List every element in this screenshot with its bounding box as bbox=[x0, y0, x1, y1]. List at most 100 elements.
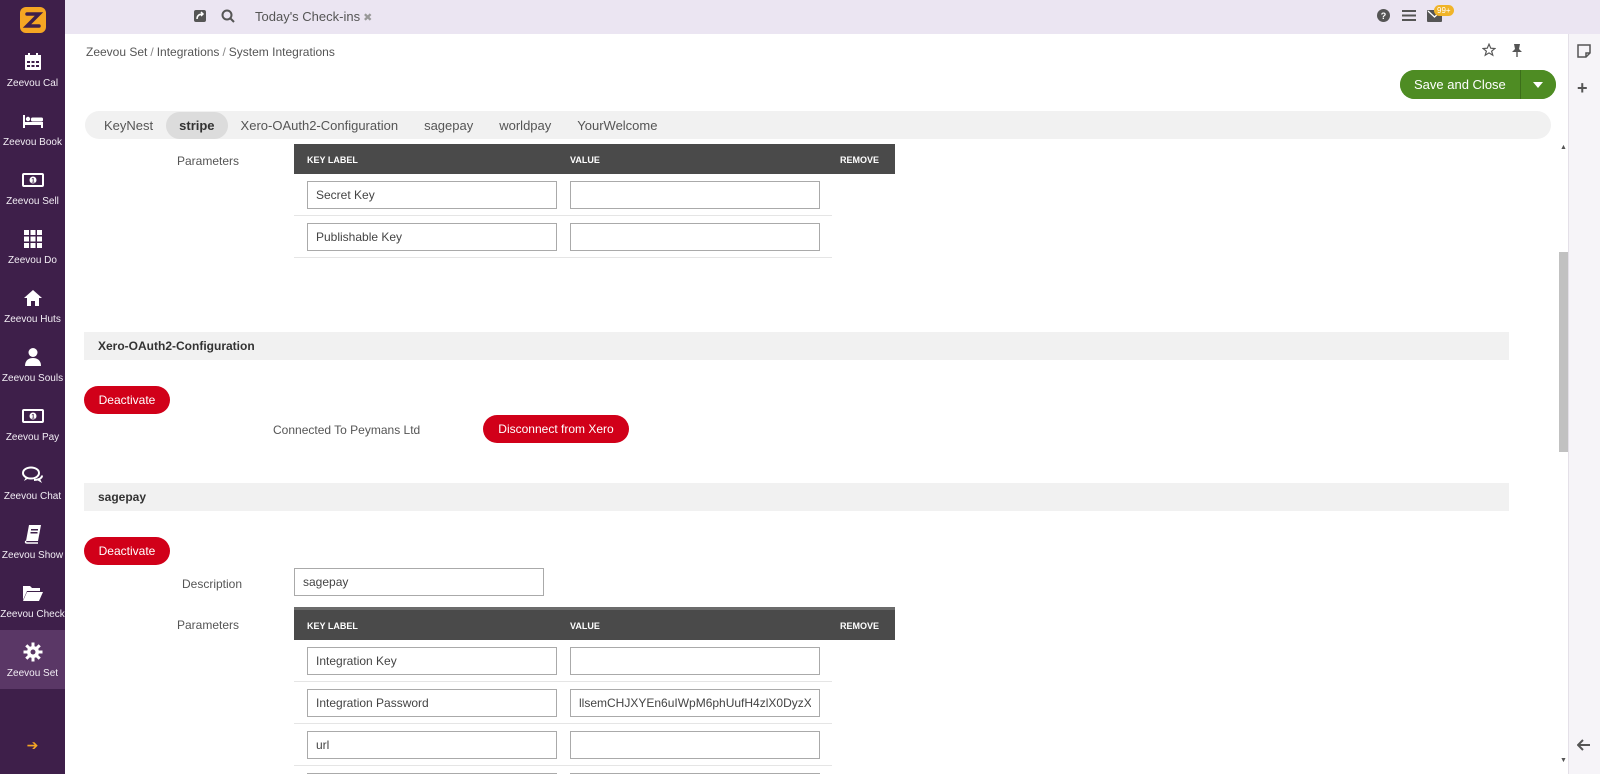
sidebar-item-zeevou-sell[interactable]: 1 Zeevou Sell bbox=[0, 158, 65, 217]
home-icon bbox=[23, 287, 43, 309]
key-label-header: KEY LABEL bbox=[307, 155, 358, 165]
xero-deactivate-button[interactable]: Deactivate bbox=[84, 386, 170, 414]
remove-header: REMOVE bbox=[840, 155, 880, 165]
gear-icon bbox=[23, 641, 43, 663]
sidebar-item-label: Zeevou Show bbox=[1, 549, 64, 561]
breadcrumb: Zeevou Set / Integrations / System Integrati… bbox=[86, 45, 335, 59]
expand-sidebar-icon[interactable]: ➔ bbox=[0, 737, 65, 754]
collapse-rail-icon[interactable] bbox=[1576, 738, 1591, 754]
tab-yourwelcome[interactable]: YourWelcome bbox=[564, 112, 670, 139]
sagepay-description-input[interactable] bbox=[294, 568, 544, 596]
star-icon[interactable] bbox=[1481, 42, 1497, 60]
share-icon[interactable] bbox=[193, 9, 207, 26]
key-label-input[interactable] bbox=[307, 223, 557, 251]
sidebar-item-zeevou-pay[interactable]: 1 Zeevou Pay bbox=[0, 394, 65, 453]
sidebar-item-zeevou-book[interactable]: Zeevou Book bbox=[0, 99, 65, 158]
money-icon: 1 bbox=[21, 169, 44, 191]
app-sidebar: Zeevou Cal Zeevou Book 1 Zeevou Sell Zeevou … bbox=[0, 0, 65, 774]
value-input[interactable] bbox=[570, 181, 820, 209]
menu-icon[interactable] bbox=[1402, 9, 1416, 25]
help-icon[interactable]: ? bbox=[1377, 9, 1390, 25]
main-content: Zeevou Set / Integrations / System Integrati… bbox=[65, 34, 1568, 774]
svg-text:?: ? bbox=[1381, 11, 1387, 21]
sidebar-item-label: Zeevou Do bbox=[8, 254, 57, 266]
sagepay-section-header: sagepay bbox=[84, 483, 1509, 511]
value-header: VALUE bbox=[570, 621, 600, 631]
user-icon bbox=[24, 346, 42, 368]
zeevou-logo[interactable] bbox=[0, 0, 65, 40]
money-icon: 1 bbox=[21, 405, 44, 427]
tab-keynest[interactable]: KeyNest bbox=[91, 112, 166, 139]
sagepay-deactivate-button[interactable]: Deactivate bbox=[84, 537, 170, 565]
table-row bbox=[294, 174, 832, 216]
table-row bbox=[294, 766, 832, 774]
scroll-thumb[interactable] bbox=[1559, 252, 1568, 452]
disconnect-xero-button[interactable]: Disconnect from Xero bbox=[483, 415, 629, 443]
integration-tabs: KeyNest stripe Xero-OAuth2-Configuration sa… bbox=[85, 111, 1551, 139]
key-label-header: KEY LABEL bbox=[307, 621, 358, 631]
right-rail: + bbox=[1568, 34, 1600, 774]
tab-stripe[interactable]: stripe bbox=[166, 111, 228, 139]
sidebar-item-label: Zeevou Souls bbox=[1, 372, 64, 384]
sidebar-item-zeevou-souls[interactable]: Zeevou Souls bbox=[0, 335, 65, 394]
table-row bbox=[294, 216, 832, 258]
key-label-input[interactable] bbox=[307, 647, 557, 675]
value-input[interactable] bbox=[570, 647, 820, 675]
key-label-input[interactable] bbox=[307, 731, 557, 759]
scroll-down-icon[interactable]: ▼ bbox=[1560, 757, 1567, 764]
chat-icon bbox=[21, 464, 44, 486]
breadcrumb-item[interactable]: Zeevou Set bbox=[86, 45, 147, 59]
value-input[interactable] bbox=[570, 689, 820, 717]
table-row bbox=[294, 682, 832, 724]
table-header: KEY LABEL VALUE REMOVE bbox=[294, 144, 895, 174]
sidebar-item-label: Zeevou Set bbox=[6, 667, 59, 679]
pin-icon[interactable] bbox=[1511, 43, 1523, 60]
sagepay-description-label: Description bbox=[182, 577, 243, 591]
chevron-down-icon bbox=[1533, 81, 1544, 88]
tab-worldpay[interactable]: worldpay bbox=[486, 112, 564, 139]
folder-icon bbox=[22, 582, 44, 604]
sidebar-item-zeevou-check[interactable]: Zeevou Check bbox=[0, 571, 65, 630]
key-label-input[interactable] bbox=[307, 181, 557, 209]
save-and-close-button[interactable]: Save and Close bbox=[1400, 70, 1520, 99]
scroll-up-icon[interactable]: ▲ bbox=[1560, 144, 1567, 151]
sidebar-item-zeevou-cal[interactable]: Zeevou Cal bbox=[0, 40, 65, 99]
open-tab[interactable]: Today's Check-ins ✖ bbox=[255, 9, 372, 24]
xero-connection-status: Connected To Peymans Ltd bbox=[273, 423, 421, 437]
calendar-icon bbox=[23, 51, 43, 73]
tab-xero-oauth2-configuration[interactable]: Xero-OAuth2-Configuration bbox=[228, 112, 412, 139]
table-row bbox=[294, 640, 832, 682]
value-input[interactable] bbox=[570, 731, 820, 759]
sagepay-parameters-label: Parameters bbox=[177, 618, 240, 632]
breadcrumb-item[interactable]: Integrations bbox=[157, 45, 220, 59]
sidebar-item-label: Zeevou Book bbox=[3, 136, 62, 148]
sidebar-item-label: Zeevou Chat bbox=[3, 490, 62, 502]
sidebar-item-zeevou-set[interactable]: Zeevou Set bbox=[0, 630, 65, 689]
value-header: VALUE bbox=[570, 155, 600, 165]
top-bar: Today's Check-ins ✖ ? 99+ bbox=[65, 0, 1600, 34]
key-label-input[interactable] bbox=[307, 689, 557, 717]
value-input[interactable] bbox=[570, 223, 820, 251]
sidebar-item-zeevou-chat[interactable]: Zeevou Chat bbox=[0, 453, 65, 512]
sidebar-item-label: Zeevou Sell bbox=[6, 195, 59, 207]
grid-icon bbox=[23, 228, 43, 250]
table-row bbox=[294, 724, 832, 766]
add-icon[interactable]: + bbox=[1577, 78, 1588, 99]
bed-icon bbox=[22, 110, 44, 132]
stripe-parameters-label: Parameters bbox=[177, 154, 240, 168]
sidebar-item-label: Zeevou Cal bbox=[6, 77, 59, 89]
open-tab-label: Today's Check-ins bbox=[255, 9, 361, 24]
save-options-dropdown[interactable] bbox=[1519, 70, 1556, 99]
sidebar-item-zeevou-huts[interactable]: Zeevou Huts bbox=[0, 276, 65, 335]
save-button-group: Save and Close bbox=[1400, 70, 1556, 99]
sidebar-item-zeevou-show[interactable]: Zeevou Show bbox=[0, 512, 65, 571]
tab-sagepay[interactable]: sagepay bbox=[411, 112, 486, 139]
remove-header: REMOVE bbox=[840, 621, 880, 631]
notes-icon[interactable] bbox=[1577, 44, 1591, 61]
xero-section-header: Xero-OAuth2-Configuration bbox=[84, 332, 1509, 360]
book-icon bbox=[24, 523, 42, 545]
close-tab-icon[interactable]: ✖ bbox=[363, 12, 372, 24]
table-header: KEY LABEL VALUE REMOVE bbox=[294, 607, 895, 640]
sidebar-item-zeevou-do[interactable]: Zeevou Do bbox=[0, 217, 65, 276]
search-icon[interactable] bbox=[221, 9, 235, 26]
